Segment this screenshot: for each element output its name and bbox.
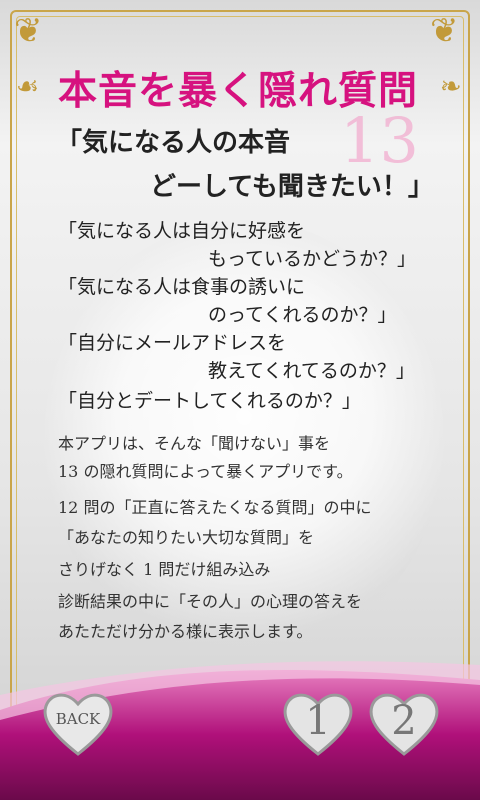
page-1-button[interactable]: 1 xyxy=(280,688,356,758)
page-2-button[interactable]: 2 xyxy=(366,688,442,758)
description-p2-line-1: 12 問の「正直に答えたくなる質問」の中に xyxy=(58,498,372,517)
subtitle-line-2: どーしても聞きたい！」 xyxy=(150,172,434,202)
side-ornament-left-icon: ☙ xyxy=(16,72,40,102)
description-p2-line-5: あたただけ分かる様に表示します。 xyxy=(58,622,313,641)
question-1-line-2: もっているかどうか？」 xyxy=(208,248,417,270)
question-3-line-2: 教えてくれてるのか？」 xyxy=(208,360,415,382)
back-button[interactable]: BACK xyxy=(40,688,116,758)
subtitle-line-1: 「気になる人の本音 xyxy=(56,128,291,158)
corner-ornament-top-left-icon: ❦ xyxy=(14,11,43,51)
question-2-line-2: のってくれるのか？」 xyxy=(208,304,397,326)
page-title: 本音を暴く隠れ質問 xyxy=(58,68,419,114)
question-3-line-1: 「自分にメールアドレスを xyxy=(58,332,287,354)
description-p2-line-2: 「あなたの知りたい大切な質問」を xyxy=(58,528,315,547)
description-p1-line-2: 13 の隠れ質問によって暴くアプリです。 xyxy=(58,462,353,481)
back-button-label: BACK xyxy=(55,710,101,728)
description-p1-line-1: 本アプリは、そんな「聞けない」事を xyxy=(58,434,331,453)
corner-ornament-top-right-icon: ❦ xyxy=(430,11,459,51)
page-2-button-label: 2 xyxy=(391,698,417,744)
question-4-line-1: 「自分とデートしてくれるのか？」 xyxy=(58,390,361,412)
side-ornament-right-icon: ❧ xyxy=(440,72,462,102)
question-2-line-1: 「気になる人は食事の誘いに xyxy=(58,276,306,298)
page-1-button-label: 1 xyxy=(305,698,331,744)
description-p2-line-4: 診断結果の中に「その人」の心理の答えを xyxy=(58,592,363,611)
question-1-line-1: 「気になる人は自分に好感を xyxy=(58,220,306,242)
description-p2-line-3: さりげなく 1 問だけ組み込み xyxy=(58,560,271,579)
